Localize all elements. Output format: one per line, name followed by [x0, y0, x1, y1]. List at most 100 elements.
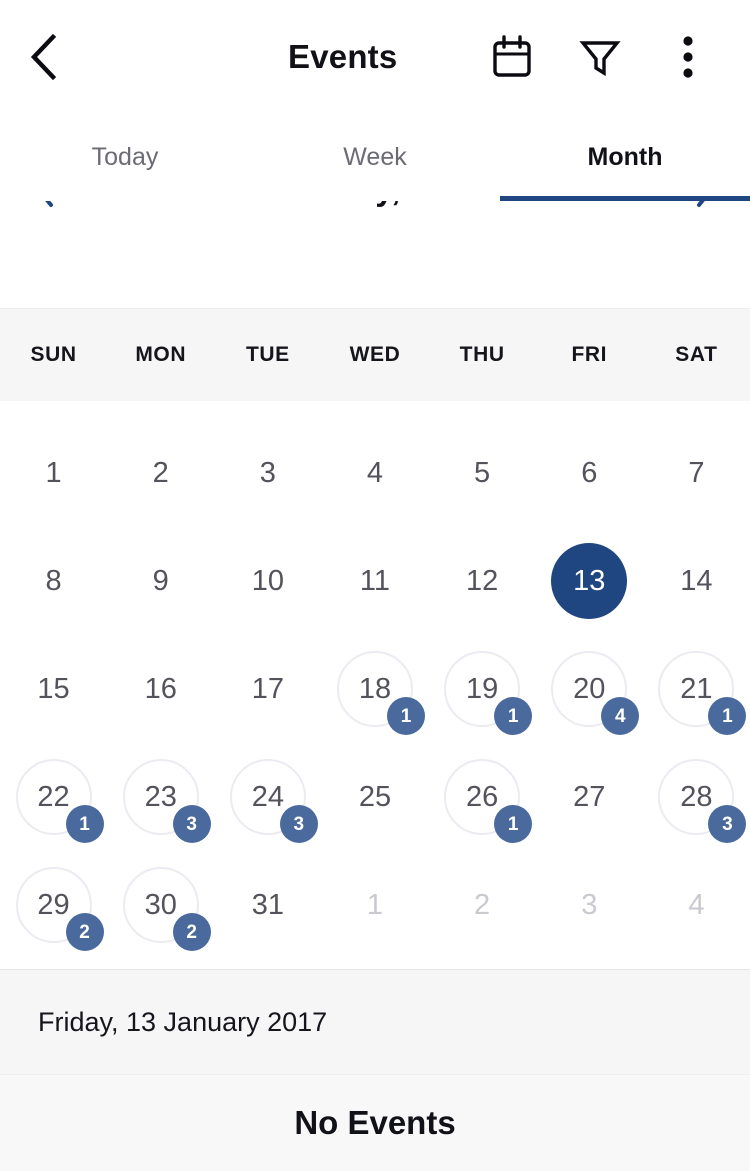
- calendar-day-cell[interactable]: 30 2: [107, 851, 214, 959]
- calendar-day-cell[interactable]: 11: [321, 527, 428, 635]
- day-with-events-circle[interactable]: 26 1: [444, 759, 533, 843]
- back-button[interactable]: [0, 0, 86, 113]
- calendar-grid: 1 2 3 4 5 6 7 8 9 10 11 12 13 14 15 16 17 18 1 19 1 20 4 21 1 22 1…: [0, 401, 750, 969]
- day-number: 30: [144, 888, 177, 921]
- day-circle[interactable]: 3: [230, 435, 306, 511]
- selected-day-circle[interactable]: 13: [551, 543, 628, 619]
- day-circle[interactable]: 8: [16, 543, 92, 619]
- day-with-events-circle[interactable]: 29 2: [15, 867, 104, 951]
- day-circle[interactable]: 9: [123, 543, 199, 619]
- calendar-day-cell[interactable]: 7: [643, 419, 750, 527]
- calendar-day-cell[interactable]: 23 3: [107, 743, 214, 851]
- day-with-events-circle[interactable]: 18 1: [336, 651, 425, 735]
- calendar-day-cell[interactable]: 16: [107, 635, 214, 743]
- event-count-badge: 4: [601, 697, 640, 735]
- day-circle[interactable]: 2: [444, 867, 520, 943]
- day-with-events-circle[interactable]: 20 4: [551, 651, 640, 735]
- calendar-day-cell[interactable]: 4: [643, 851, 750, 959]
- tab-week[interactable]: Week: [250, 113, 500, 201]
- day-number: 19: [465, 672, 499, 705]
- calendar-day-cell[interactable]: 25: [321, 743, 428, 851]
- day-circle[interactable]: 10: [230, 543, 306, 619]
- tab-week-label: Week: [343, 142, 407, 171]
- weekday-sun: SUN: [30, 343, 77, 366]
- day-number: 3: [581, 888, 598, 921]
- calendar-day-cell[interactable]: 15: [0, 635, 107, 743]
- calendar-day-cell[interactable]: 3: [214, 419, 321, 527]
- calendar-day-cell[interactable]: 28 3: [643, 743, 750, 851]
- calendar-day-cell[interactable]: 2: [429, 851, 536, 959]
- calendar-button[interactable]: [468, 0, 556, 113]
- weekday-tue: TUE: [245, 343, 290, 366]
- calendar-day-cell[interactable]: 31: [214, 851, 321, 959]
- calendar-day-cell[interactable]: 5: [429, 419, 536, 527]
- calendar-day-cell[interactable]: 6: [536, 419, 643, 527]
- calendar-day-cell[interactable]: 1: [0, 419, 107, 527]
- calendar-day-cell[interactable]: 3: [536, 851, 643, 959]
- day-circle[interactable]: 5: [444, 435, 520, 511]
- tab-today[interactable]: Today: [0, 113, 250, 201]
- day-circle[interactable]: 14: [658, 543, 734, 619]
- calendar-day-cell[interactable]: 17: [214, 635, 321, 743]
- day-circle[interactable]: 3: [551, 867, 627, 943]
- day-circle[interactable]: 2: [123, 435, 199, 511]
- day-number: 27: [573, 780, 606, 813]
- day-circle[interactable]: 4: [337, 435, 413, 511]
- calendar-day-cell[interactable]: 21 1: [643, 635, 750, 743]
- day-circle[interactable]: 4: [658, 867, 734, 943]
- calendar-day-cell[interactable]: 26 1: [429, 743, 536, 851]
- calendar-day-cell[interactable]: 19 1: [429, 635, 536, 743]
- calendar-day-cell[interactable]: 24 3: [214, 743, 321, 851]
- day-with-events-circle[interactable]: 19 1: [444, 651, 533, 735]
- day-circle[interactable]: 27: [551, 759, 627, 835]
- day-with-events-circle[interactable]: 30 2: [122, 867, 211, 951]
- day-with-events-circle[interactable]: 22 1: [15, 759, 104, 843]
- calendar-day-cell[interactable]: 12: [429, 527, 536, 635]
- calendar-day-cell[interactable]: 10: [214, 527, 321, 635]
- day-circle[interactable]: 25: [337, 759, 413, 835]
- day-circle[interactable]: 31: [230, 867, 306, 943]
- day-with-events-circle[interactable]: 23 3: [122, 759, 211, 843]
- day-circle[interactable]: 1: [16, 435, 92, 511]
- weekday-header: SUN MON TUE WED THU FRI SAT: [0, 308, 750, 401]
- weekday-sat: SAT: [675, 343, 718, 366]
- overflow-menu-button[interactable]: [644, 0, 732, 113]
- calendar-day-cell[interactable]: 18 1: [321, 635, 428, 743]
- day-circle[interactable]: 6: [551, 435, 627, 511]
- calendar-day-cell[interactable]: 22 1: [0, 743, 107, 851]
- day-number: 31: [251, 888, 284, 921]
- event-count-badge: 1: [708, 697, 747, 735]
- day-with-events-circle[interactable]: 28 3: [658, 759, 747, 843]
- calendar-day-cell[interactable]: 14: [643, 527, 750, 635]
- day-number: 15: [37, 672, 70, 705]
- day-number: 16: [144, 672, 177, 705]
- calendar-day-cell[interactable]: 20 4: [536, 635, 643, 743]
- day-number: 18: [358, 672, 392, 705]
- calendar-day-cell[interactable]: 13: [536, 527, 643, 635]
- event-count-badge: 1: [65, 805, 104, 843]
- day-circle[interactable]: 15: [16, 651, 92, 727]
- calendar-day-cell[interactable]: 2: [107, 419, 214, 527]
- day-circle[interactable]: 11: [337, 543, 413, 619]
- day-circle[interactable]: 12: [444, 543, 520, 619]
- day-number: 28: [680, 780, 713, 813]
- calendar-day-cell[interactable]: 27: [536, 743, 643, 851]
- app-bar-actions: [468, 0, 750, 113]
- day-with-events-circle[interactable]: 21 1: [658, 651, 747, 735]
- day-circle[interactable]: 16: [123, 651, 199, 727]
- day-number: 8: [45, 564, 62, 597]
- calendar-day-cell[interactable]: 4: [321, 419, 428, 527]
- tab-month[interactable]: Month: [500, 113, 750, 201]
- calendar-day-cell[interactable]: 29 2: [0, 851, 107, 959]
- view-mode-tabs: Today Week Month: [0, 113, 750, 201]
- day-circle[interactable]: 1: [337, 867, 413, 943]
- day-circle[interactable]: 7: [658, 435, 734, 511]
- filter-button[interactable]: [556, 0, 644, 113]
- calendar-day-cell[interactable]: 9: [107, 527, 214, 635]
- calendar-day-cell[interactable]: 1: [321, 851, 428, 959]
- day-circle[interactable]: 17: [230, 651, 306, 727]
- day-with-events-circle[interactable]: 24 3: [229, 759, 318, 843]
- calendar-day-cell[interactable]: 8: [0, 527, 107, 635]
- page-title: Events: [288, 37, 398, 75]
- day-number: 26: [465, 780, 499, 813]
